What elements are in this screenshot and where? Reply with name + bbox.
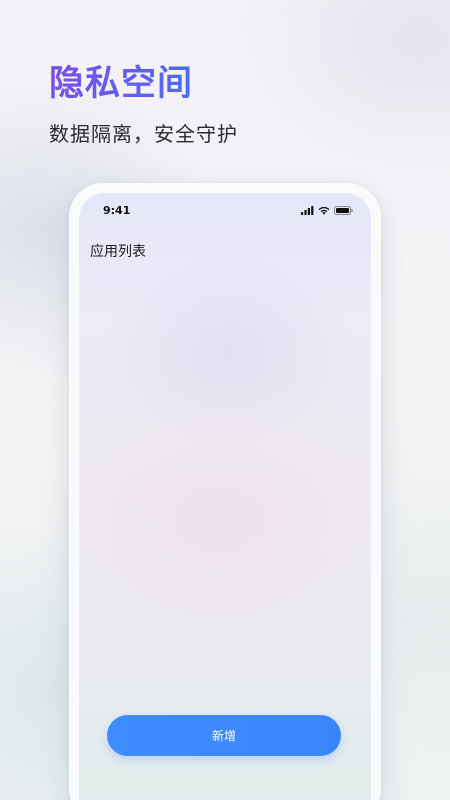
battery-icon	[334, 206, 353, 215]
phone-mockup: 9:41 应用列表 新增	[69, 183, 381, 800]
signal-icon	[301, 206, 314, 215]
hero-subtitle: 数据隔离，安全守护	[49, 122, 238, 146]
hero-title: 隐私空间	[49, 64, 194, 104]
status-time: 9:41	[103, 204, 131, 217]
phone-screen: 9:41 应用列表 新增	[79, 193, 371, 800]
app-list-title: 应用列表	[90, 244, 146, 260]
add-button[interactable]: 新增	[107, 715, 341, 756]
wifi-icon	[318, 206, 330, 215]
status-icons	[301, 206, 353, 215]
status-bar: 9:41	[79, 193, 371, 229]
